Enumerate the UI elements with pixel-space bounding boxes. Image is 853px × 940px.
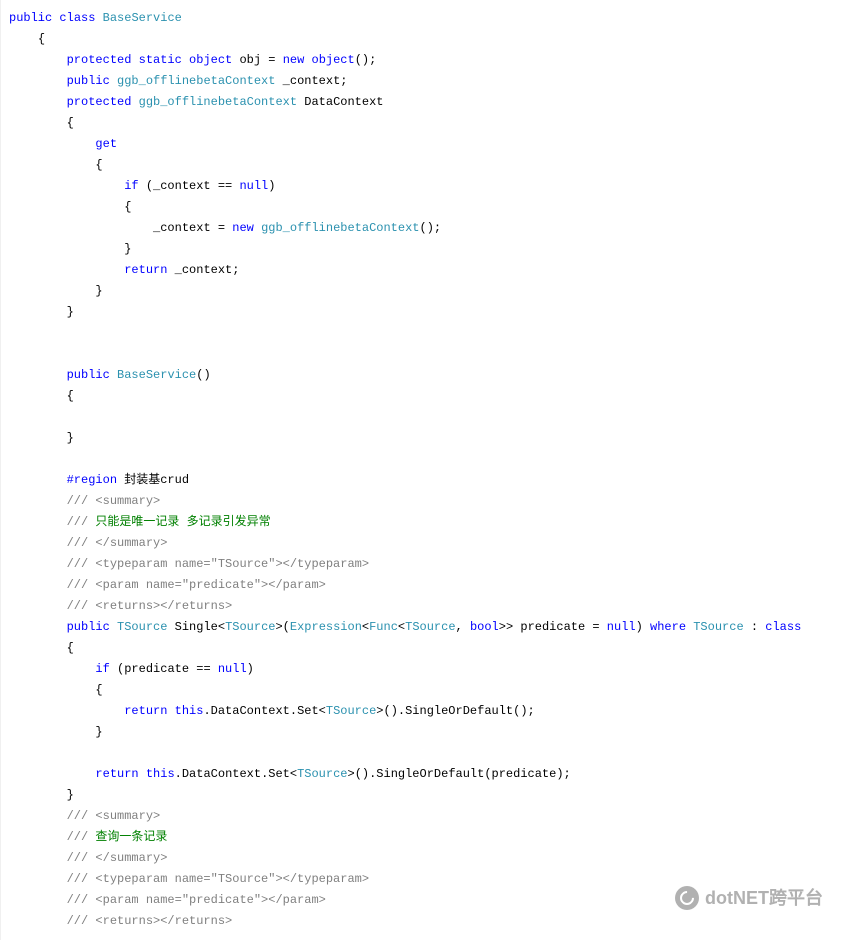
code-line (9, 323, 849, 344)
token-kw: protected (67, 95, 132, 109)
code-line (9, 449, 849, 470)
code-line: /// </summary> (9, 848, 849, 869)
token-type: ggb_offlinebetaContext (139, 95, 297, 109)
token-cmt: /// <typeparam name="TSource"></typepara… (67, 872, 369, 886)
token-kw: this (175, 704, 204, 718)
code-line: /// <summary> (9, 491, 849, 512)
code-line: } (9, 428, 849, 449)
code-line: { (9, 155, 849, 176)
code-line: public BaseService() (9, 365, 849, 386)
token-kw: where (650, 620, 686, 634)
code-line: /// <typeparam name="TSource"></typepara… (9, 869, 849, 890)
token-kw: if (124, 179, 138, 193)
token-type: BaseService (103, 11, 182, 25)
code-line: { (9, 386, 849, 407)
token-kw: bool (470, 620, 499, 634)
code-line: { (9, 680, 849, 701)
token-kw: public (67, 368, 110, 382)
code-line: protected static object obj = new object… (9, 50, 849, 71)
code-line: /// 只能是唯一记录 多记录引发异常 (9, 512, 849, 533)
token-type: ggb_offlinebetaContext (117, 74, 275, 88)
token-cmt: /// <typeparam name="TSource"></typepara… (67, 557, 369, 571)
token-kw: object (312, 53, 355, 67)
code-line: { (9, 197, 849, 218)
token-grn: 只能是唯一记录 多记录引发异常 (95, 515, 270, 529)
code-line (9, 344, 849, 365)
code-line: } (9, 785, 849, 806)
code-line: public class BaseService (9, 8, 849, 29)
code-line: /// 查询一条记录 (9, 827, 849, 848)
token-kw: if (95, 662, 109, 676)
token-type: TSource (405, 620, 455, 634)
token-kw: get (95, 137, 117, 151)
token-kw: public (9, 11, 52, 25)
code-line: { (9, 29, 849, 50)
token-kw: return (124, 704, 167, 718)
token-type: TSource (117, 620, 167, 634)
token-kw: class (765, 620, 801, 634)
token-kw: return (124, 263, 167, 277)
code-line: /// <param name="predicate"></param> (9, 575, 849, 596)
token-kw: new (283, 53, 305, 67)
code-line: public TSource Single<TSource>(Expressio… (9, 617, 849, 638)
token-kw: this (146, 767, 175, 781)
token-grn: 查询一条记录 (95, 830, 167, 844)
token-cmt: /// (67, 830, 96, 844)
token-kw: new (232, 221, 254, 235)
token-cmt: /// </summary> (67, 851, 168, 865)
code-line: if (predicate == null) (9, 659, 849, 680)
token-cmt: /// <summary> (67, 809, 161, 823)
code-line: protected ggb_offlinebetaContext DataCon… (9, 92, 849, 113)
code-line: /// <param name="predicate"></param> (9, 890, 849, 911)
token-kw: class (59, 11, 95, 25)
token-cmt: /// <summary> (67, 494, 161, 508)
code-line: public ggb_offlinebetaContext _context; (9, 71, 849, 92)
code-line: } (9, 281, 849, 302)
code-line: #region 封装基crud (9, 470, 849, 491)
token-cmt: /// (67, 515, 96, 529)
token-kw: object (189, 53, 232, 67)
token-cmt: /// </summary> (67, 536, 168, 550)
token-type: Func (369, 620, 398, 634)
code-line: /// <typeparam name="TSource"></typepara… (9, 554, 849, 575)
token-kw: static (139, 53, 182, 67)
code-line (9, 407, 849, 428)
code-line: return this.DataContext.Set<TSource>().S… (9, 764, 849, 785)
token-cmt: /// <param name="predicate"></param> (67, 578, 326, 592)
token-cmt: /// <returns></returns> (67, 599, 233, 613)
code-line (9, 743, 849, 764)
token-kw: protected (67, 53, 132, 67)
token-type: TSource (326, 704, 376, 718)
token-type: TSource (297, 767, 347, 781)
token-type: BaseService (117, 368, 196, 382)
token-type: Expression (290, 620, 362, 634)
token-kw: public (67, 620, 110, 634)
token-kw: return (95, 767, 138, 781)
token-cmt: /// <returns></returns> (67, 914, 233, 928)
token-kw: public (67, 74, 110, 88)
code-line: { (9, 113, 849, 134)
code-block: public class BaseService { protected sta… (0, 0, 853, 940)
code-line: } (9, 302, 849, 323)
token-kw: null (239, 179, 268, 193)
code-line: /// <summary> (9, 806, 849, 827)
code-line: } (9, 239, 849, 260)
code-line: } (9, 722, 849, 743)
token-type: TSource (693, 620, 743, 634)
token-type: TSource (225, 620, 275, 634)
code-line: if (_context == null) (9, 176, 849, 197)
token-kw: #region (67, 473, 117, 487)
code-line: return _context; (9, 260, 849, 281)
code-line: return this.DataContext.Set<TSource>().S… (9, 701, 849, 722)
token-kw: null (218, 662, 247, 676)
token-type: ggb_offlinebetaContext (261, 221, 419, 235)
token-cmt: /// <param name="predicate"></param> (67, 893, 326, 907)
code-line: /// <returns></returns> (9, 911, 849, 932)
code-line: /// <returns></returns> (9, 596, 849, 617)
code-line: _context = new ggb_offlinebetaContext(); (9, 218, 849, 239)
code-line: { (9, 638, 849, 659)
code-line: /// </summary> (9, 533, 849, 554)
token-kw: null (607, 620, 636, 634)
code-line: get (9, 134, 849, 155)
